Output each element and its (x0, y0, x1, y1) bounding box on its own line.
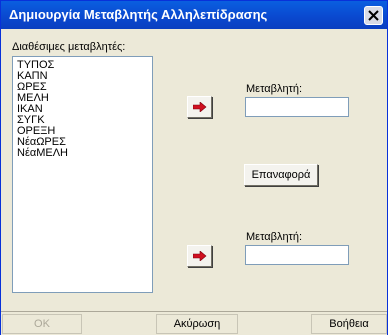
dialog-window: Δημιουργία Μεταβλητής Αλληλεπίδρασης Δια… (0, 0, 388, 335)
cancel-button[interactable]: Ακύρωση (156, 314, 238, 334)
close-icon (368, 10, 379, 21)
var1-label: Μεταβλητή: (246, 83, 303, 95)
close-button[interactable] (364, 6, 383, 25)
var2-label: Μεταβλητή: (246, 231, 303, 243)
available-variables-list[interactable]: ΤΥΠΟΣ ΚΑΠΝ ΩΡΕΣ ΜΕΛΗ ΙΚΑΝ ΣΥΓΚ ΟΡΕΞΗ Νέα… (12, 56, 153, 293)
move-to-var2-button[interactable] (187, 245, 212, 267)
reset-button[interactable]: Επαναφορά (244, 164, 318, 186)
list-item[interactable]: ΝέαΜΕΛΗ (13, 148, 152, 159)
ok-button[interactable]: OK (2, 314, 82, 334)
var1-field[interactable] (245, 97, 349, 117)
move-to-var1-button[interactable] (187, 96, 212, 118)
arrow-right-icon (193, 251, 207, 261)
var2-field[interactable] (245, 245, 349, 265)
help-button[interactable]: Βοήθεια (311, 314, 387, 334)
window-title: Δημιουργία Μεταβλητής Αλληλεπίδρασης (9, 7, 268, 22)
arrow-right-icon (193, 102, 207, 112)
title-bar[interactable]: Δημιουργία Μεταβλητής Αλληλεπίδρασης (1, 1, 387, 29)
available-variables-label: Διαθέσιμες μεταβλητές: (12, 41, 126, 53)
